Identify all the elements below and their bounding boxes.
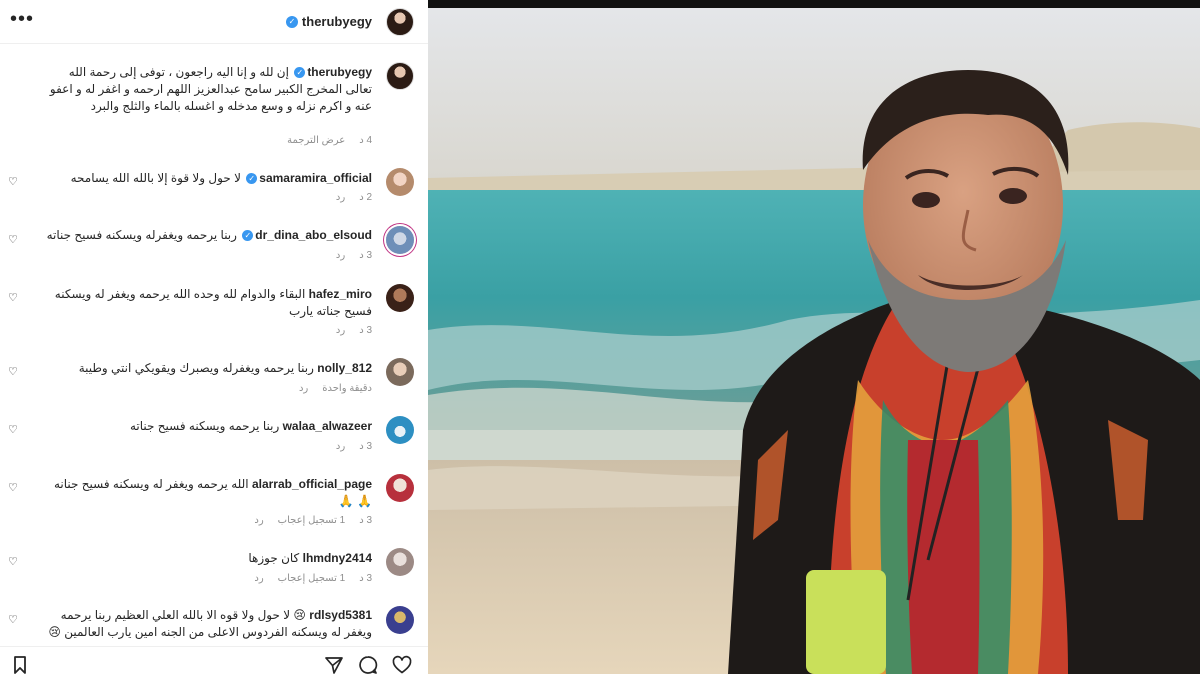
comment-meta: 3 د 1 تسجيل إعجاب رد xyxy=(254,573,372,584)
caption-time: 4 د xyxy=(359,135,372,146)
comment-item: dr_dina_abo_elsoud✓ ربنا يرحمه ويغفرله و… xyxy=(42,227,372,244)
comment-avatar[interactable] xyxy=(386,284,414,312)
comment-text: ربنا يرحمه ويغفرله ويسكنه فسيح جناته xyxy=(46,228,237,242)
comment-username[interactable]: lhmdny2414 xyxy=(303,551,372,565)
verified-badge-icon: ✓ xyxy=(242,230,254,242)
caption-username[interactable]: therubyegy xyxy=(307,65,372,79)
heart-icon[interactable]: ♡ xyxy=(8,176,20,188)
beach-portrait-image xyxy=(428,0,1200,674)
heart-icon[interactable]: ♡ xyxy=(8,424,20,436)
comment-item: rdlsyd5381 😢 لا حول ولا قوه الا بالله ال… xyxy=(42,607,372,641)
comment-item: walaa_alwazeer ربنا يرحمه ويسكنه فسيح جن… xyxy=(42,418,372,435)
comment-username[interactable]: samaramira_official xyxy=(259,171,372,185)
caption-avatar[interactable] xyxy=(386,62,414,90)
comment-meta: 3 د رد xyxy=(336,250,372,261)
comment-avatar[interactable] xyxy=(386,548,414,576)
comment-time: 3 د xyxy=(359,325,372,336)
comment-item: lhmdny2414 كان جوزها xyxy=(42,550,372,567)
reply-button[interactable]: رد xyxy=(254,515,263,526)
action-bar xyxy=(0,646,428,674)
comment-icon[interactable] xyxy=(358,655,378,674)
comment-meta: 2 د رد xyxy=(336,192,372,203)
comment-item: samaramira_official✓ لا حول ولا قوة إلا … xyxy=(42,170,372,187)
comment-username[interactable]: rdlsyd5381 xyxy=(309,608,372,622)
comment-avatar[interactable] xyxy=(386,416,414,444)
comment-time: 3 د xyxy=(359,515,372,526)
comment-username[interactable]: alarrab_official_page xyxy=(252,477,372,491)
comment-time: 3 د xyxy=(359,250,372,261)
comment-item: hafez_miro البقاء والدوام لله وحده الله … xyxy=(42,286,372,320)
comment-meta: دقيقة واحدة رد xyxy=(299,383,372,394)
comment-time: 3 د xyxy=(359,441,372,452)
reply-button[interactable]: رد xyxy=(336,441,345,452)
verified-badge-icon: ✓ xyxy=(294,67,306,79)
comment-avatar[interactable] xyxy=(386,226,414,254)
header-avatar[interactable] xyxy=(386,8,414,36)
heart-icon[interactable]: ♡ xyxy=(8,482,20,494)
more-options-icon[interactable]: ••• xyxy=(10,8,34,31)
comment-meta: 3 د رد xyxy=(336,441,372,452)
heart-icon[interactable]: ♡ xyxy=(8,614,20,626)
post-photo xyxy=(428,0,1200,674)
comments-panel: ••• ✓ therubyegy therubyegy✓ إن لله و إن… xyxy=(0,0,428,674)
post-header: ••• ✓ therubyegy xyxy=(0,0,428,44)
comment-item: alarrab_official_page الله يرحمه ويغفر ل… xyxy=(42,476,372,510)
bookmark-icon[interactable] xyxy=(10,655,30,674)
comment-username[interactable]: nolly_812 xyxy=(317,361,372,375)
comment-likes[interactable]: 1 تسجيل إعجاب xyxy=(278,515,346,526)
caption-meta: 4 د عرض الترجمة xyxy=(287,135,372,146)
comment-text: لا حول ولا قوة إلا بالله الله يسامحه xyxy=(70,171,241,185)
reply-button[interactable]: رد xyxy=(336,325,345,336)
comment-meta: 3 د 1 تسجيل إعجاب رد xyxy=(254,515,372,526)
comment-avatar[interactable] xyxy=(386,474,414,502)
like-heart-icon[interactable] xyxy=(392,655,412,674)
verified-badge-icon: ✓ xyxy=(285,15,298,28)
reply-button[interactable]: رد xyxy=(336,192,345,203)
reply-button[interactable]: رد xyxy=(336,250,345,261)
comment-time: 2 د xyxy=(359,192,372,203)
reply-button[interactable]: رد xyxy=(254,573,263,584)
comment-time: 3 د xyxy=(359,573,372,584)
comment-meta: 3 د رد xyxy=(336,325,372,336)
translate-link[interactable]: عرض الترجمة xyxy=(287,135,345,146)
post-caption: therubyegy✓ إن لله و إنا اليه راجعون ، ت… xyxy=(42,64,372,115)
comment-avatar[interactable] xyxy=(386,358,414,386)
comment-text: ربنا يرحمه ويسكنه فسيح جناته xyxy=(129,419,280,433)
comment-username[interactable]: walaa_alwazeer xyxy=(283,419,372,433)
heart-icon[interactable]: ♡ xyxy=(8,366,20,378)
comment-avatar[interactable] xyxy=(386,606,414,634)
comment-item: nolly_812 ربنا يرحمه ويغفرله ويصبرك ويقو… xyxy=(42,360,372,377)
comment-time: دقيقة واحدة xyxy=(322,383,372,394)
comment-username[interactable]: dr_dina_abo_elsoud xyxy=(255,228,372,242)
comment-likes[interactable]: 1 تسجيل إعجاب xyxy=(278,573,346,584)
heart-icon[interactable]: ♡ xyxy=(8,556,20,568)
reply-button[interactable]: رد xyxy=(299,383,308,394)
comment-text: ربنا يرحمه ويغفرله ويصبرك ويقويكي انتي و… xyxy=(78,361,314,375)
heart-icon[interactable]: ♡ xyxy=(8,292,20,304)
header-username[interactable]: ✓ therubyegy xyxy=(285,14,372,29)
comment-avatar[interactable] xyxy=(386,168,414,196)
verified-badge-icon: ✓ xyxy=(246,173,258,185)
share-icon[interactable] xyxy=(324,655,344,674)
comment-username[interactable]: hafez_miro xyxy=(309,287,372,301)
header-username-label: therubyegy xyxy=(301,14,372,29)
comment-text: كان جوزها xyxy=(248,551,300,565)
heart-icon[interactable]: ♡ xyxy=(8,234,20,246)
